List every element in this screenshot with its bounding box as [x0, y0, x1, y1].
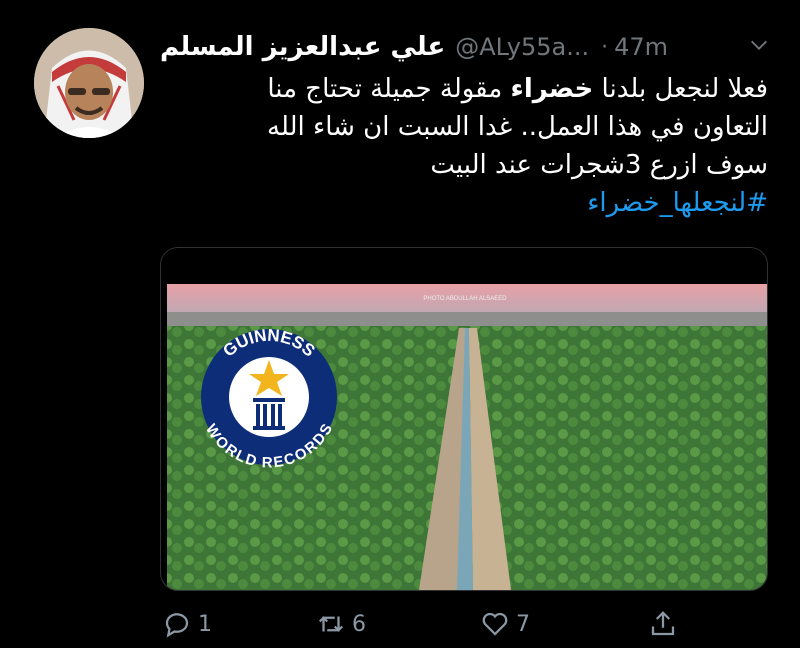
timestamp[interactable]: 47m [614, 33, 668, 61]
chevron-down-icon[interactable] [748, 34, 770, 56]
avatar-photo [34, 28, 144, 138]
guinness-badge: GUINNESS WORLD RECORDS [201, 326, 337, 472]
retweet-icon [318, 616, 344, 632]
photo-watermark: PHOTO ABDULLAH ALSAEED [423, 296, 507, 302]
tweet-media[interactable]: GUINNESS WORLD RECORDS PHOTO ABDULLAH AL… [160, 247, 768, 591]
separator: · [601, 34, 609, 60]
reply-count: 1 [198, 611, 212, 637]
retweet-button[interactable]: 6 [316, 604, 366, 644]
bold-word: خضراء [510, 74, 594, 104]
like-icon [482, 612, 508, 636]
author-name[interactable]: علي عبدالعزيز المسلم [160, 32, 445, 62]
tweet-line-3: سوف ازرع 3شجرات عند البيت [430, 150, 768, 180]
reply-icon [165, 613, 189, 638]
tweet-line-1: فعلا لنجعل بلدنا خضراء مقولة جميلة تحتاج… [267, 74, 768, 104]
tweet-actions: 1 6 7 [160, 604, 766, 644]
retweet-count: 6 [352, 611, 366, 637]
like-button[interactable]: 7 [480, 604, 530, 644]
reply-button[interactable]: 1 [162, 604, 212, 644]
like-count: 7 [516, 611, 530, 637]
share-icon [651, 611, 675, 636]
tweet-line-2: التعاون في هذا العمل.. غدا السبت ان شاء … [267, 112, 768, 142]
tweet-text: فعلا لنجعل بلدنا خضراء مقولة جميلة تحتاج… [170, 70, 768, 222]
tweet-header: علي عبدالعزيز المسلم @ALy55a... · 47m [160, 30, 770, 64]
author-handle[interactable]: @ALy55a... [455, 33, 589, 61]
avatar[interactable] [34, 28, 144, 138]
hashtag-link[interactable]: #لنجعلها_خضراء [170, 184, 768, 222]
share-button[interactable] [648, 604, 678, 644]
media-image: GUINNESS WORLD RECORDS PHOTO ABDULLAH AL… [161, 248, 767, 590]
